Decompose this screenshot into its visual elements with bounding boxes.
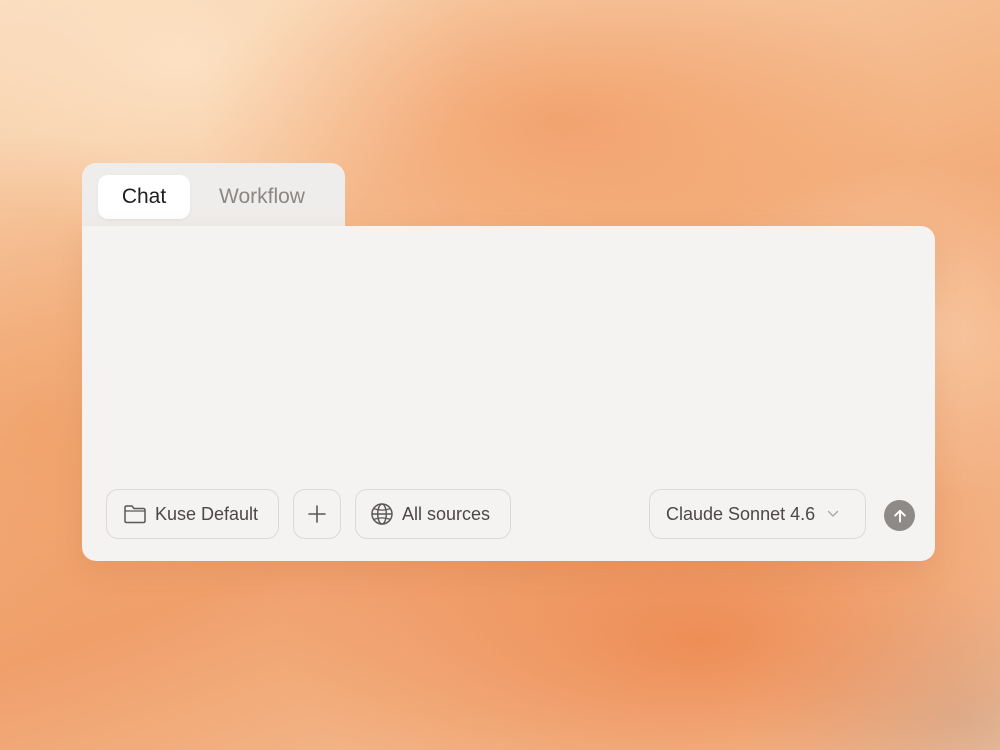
tab-workflow[interactable]: Workflow	[200, 175, 324, 219]
arrow-up-icon	[892, 508, 908, 524]
globe-icon	[370, 502, 394, 526]
plus-icon	[307, 504, 327, 524]
send-button[interactable]	[884, 500, 915, 531]
model-selector-dropdown[interactable]: Claude Sonnet 4.6	[649, 489, 866, 539]
folder-icon	[123, 503, 147, 525]
sources-selector-button[interactable]: All sources	[355, 489, 511, 539]
sources-selector-label: All sources	[402, 503, 491, 524]
tab-chat-label: Chat	[121, 185, 167, 208]
add-attachment-button[interactable]	[293, 489, 341, 539]
chevron-down-icon	[827, 510, 839, 518]
model-selector-label: Claude Sonnet 4.6	[666, 503, 816, 524]
project-selector-button[interactable]: Kuse Default	[106, 489, 279, 539]
project-selector-label: Kuse Default	[155, 503, 259, 524]
tab-workflow-label: Workflow	[219, 185, 305, 208]
tab-chat[interactable]: Chat	[98, 175, 190, 219]
chat-composer[interactable]: Kuse Default All sources Claude Sonnet 4…	[82, 226, 935, 561]
